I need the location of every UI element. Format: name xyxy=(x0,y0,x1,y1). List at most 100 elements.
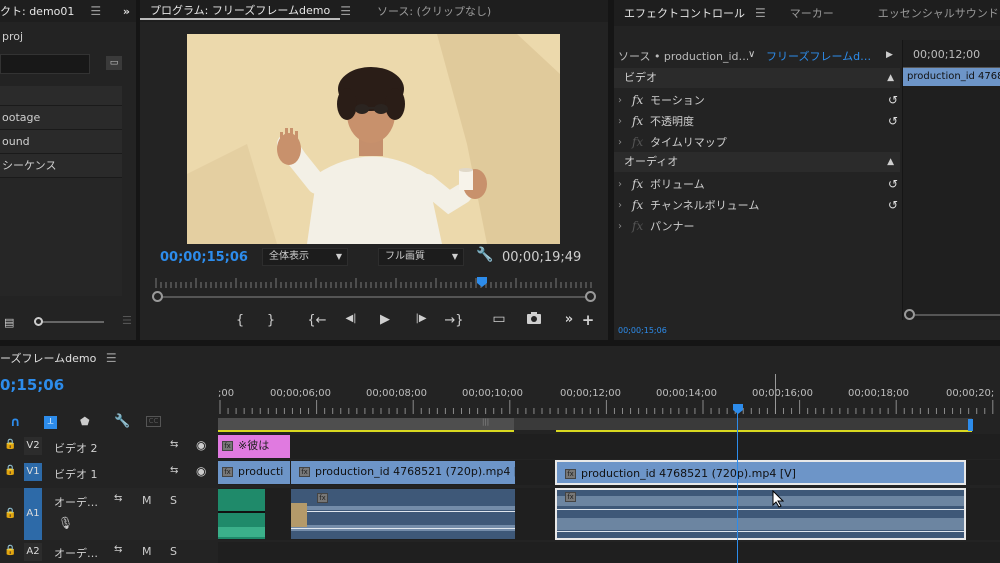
work-area-bar[interactable]: ||| xyxy=(218,418,972,430)
reset-icon[interactable]: ↺ xyxy=(888,114,898,128)
effect-row-time-remap[interactable]: › fx タイムリマップ xyxy=(618,132,898,152)
menu-icon[interactable]: ☰ xyxy=(90,4,101,18)
bin-item-sound[interactable]: ound xyxy=(0,130,122,154)
expand-chevron-icon[interactable]: › xyxy=(618,221,632,232)
tab-program[interactable]: プログラム: フリーズフレームdemo xyxy=(140,2,341,20)
expand-chevron-icon[interactable]: › xyxy=(618,95,632,106)
add-button-icon[interactable]: + xyxy=(578,311,598,329)
collapse-icon[interactable]: ▲ xyxy=(887,68,894,88)
effect-row-panner[interactable]: › fx パンナー xyxy=(618,216,898,236)
mark-out-icon[interactable]: } xyxy=(261,313,281,328)
collapse-icon[interactable]: ▲ xyxy=(887,152,894,172)
panel-divider[interactable] xyxy=(0,340,1000,346)
mini-clip-bar[interactable]: production_id 4768 xyxy=(903,68,1000,86)
effect-row-channel-volume[interactable]: › fx チャンネルボリューム ↺ xyxy=(618,195,898,215)
safe-margins-icon[interactable]: ▭ xyxy=(489,311,509,327)
current-timecode[interactable]: 00;00;15;06 xyxy=(160,250,248,265)
fx-icon[interactable]: fx xyxy=(632,177,650,191)
mini-scroll-handle[interactable] xyxy=(904,309,915,320)
new-bin-icon[interactable]: ▭ xyxy=(106,56,122,70)
play-icon[interactable]: ▶ xyxy=(375,312,395,327)
monitor-playhead[interactable] xyxy=(477,277,487,287)
track-target-v1[interactable]: V1 xyxy=(24,463,42,481)
monitor-time-ruler[interactable] xyxy=(154,276,597,288)
video-clip-2[interactable]: fx production_id 4768521 (720p).mp4 [V] xyxy=(291,461,515,484)
scrubber-start-handle[interactable] xyxy=(152,291,163,302)
reset-icon[interactable]: ↺ xyxy=(888,198,898,212)
timeline-settings-wrench-icon[interactable]: 🔧 xyxy=(114,414,130,429)
wrench-icon[interactable]: 🔧 xyxy=(476,247,493,263)
menu-icon[interactable]: ☰ xyxy=(106,351,117,365)
zoom-slider-handle[interactable] xyxy=(34,317,43,326)
solo-button-a2[interactable]: S xyxy=(170,545,177,558)
export-frame-icon[interactable] xyxy=(524,311,544,329)
video-clip-3[interactable]: fx production_id 4768521 (720p).mp4 [V] xyxy=(555,460,966,485)
track-target-v2[interactable]: V2 xyxy=(24,437,42,455)
bin-item-sequence[interactable]: シーケンス xyxy=(0,154,122,178)
panel-menu-icon[interactable]: ☰ xyxy=(122,314,132,327)
sync-lock-icon[interactable]: ⇆ xyxy=(170,465,178,476)
source-clip-select[interactable]: ソース • production_id… xyxy=(618,48,748,66)
bin-item-footage[interactable]: ootage xyxy=(0,106,122,130)
fx-icon[interactable]: fx xyxy=(632,198,650,212)
menu-icon[interactable]: ☰ xyxy=(340,4,351,18)
timeline-playhead[interactable] xyxy=(733,404,743,414)
reset-icon[interactable]: ↺ xyxy=(888,93,898,107)
zoom-level-select[interactable]: 全体表示 ▼ xyxy=(262,248,348,266)
track-target-a2[interactable]: A2 xyxy=(24,543,42,561)
video-clip-1[interactable]: fx producti xyxy=(218,461,290,484)
tab-effect-controls[interactable]: エフェクトコントロール xyxy=(614,5,755,21)
video-section-header[interactable]: ビデオ ▲ xyxy=(614,68,900,88)
show-hide-timeline-icon[interactable]: ▶ xyxy=(886,50,893,60)
go-to-in-icon[interactable]: {← xyxy=(307,313,327,328)
lock-icon[interactable]: 🔒 xyxy=(4,545,16,556)
effect-row-volume[interactable]: › fx ボリューム ↺ xyxy=(618,174,898,194)
expand-chevron-icon[interactable]: › xyxy=(618,200,632,211)
zoom-slider[interactable] xyxy=(34,317,104,326)
work-area-grip-icon[interactable]: ||| xyxy=(482,418,489,426)
tab-markers[interactable]: マーカー xyxy=(780,5,844,21)
microphone-icon[interactable]: 🎙 xyxy=(58,516,73,530)
panel-divider[interactable] xyxy=(136,0,140,340)
sync-lock-icon[interactable]: ⇆ xyxy=(170,439,178,450)
eye-icon[interactable]: ◉ xyxy=(196,438,206,452)
panel-divider[interactable] xyxy=(608,0,614,340)
fx-icon[interactable]: fx xyxy=(632,93,650,107)
lock-icon[interactable]: 🔒 xyxy=(4,439,16,450)
tab-essential-sound[interactable]: エッセンシャルサウンド xyxy=(868,5,1000,21)
step-forward-icon[interactable]: |▶ xyxy=(411,313,431,324)
expand-chevron-icon[interactable]: › xyxy=(618,179,632,190)
project-search-input[interactable] xyxy=(0,54,90,74)
work-area-range[interactable] xyxy=(218,418,514,430)
scrubber-end-handle[interactable] xyxy=(585,291,596,302)
title-clip[interactable]: fx ※彼は xyxy=(218,435,290,458)
audio-clip-1[interactable] xyxy=(218,489,265,539)
audio-section-header[interactable]: オーディオ ▲ xyxy=(614,152,900,172)
sequence-clip-select[interactable]: フリーズフレームd… xyxy=(766,48,878,66)
solo-button-a1[interactable]: S xyxy=(170,494,177,507)
work-area-end-handle[interactable] xyxy=(968,419,973,431)
menu-icon[interactable]: ☰ xyxy=(755,6,766,20)
tab-source[interactable]: ソース: (クリップなし) xyxy=(367,3,501,19)
sequence-tab[interactable]: ーズフレームdemo ☰ xyxy=(0,350,117,366)
monitor-scrubber[interactable] xyxy=(152,291,596,302)
more-controls-icon[interactable]: » xyxy=(559,312,579,327)
mini-scroll-track[interactable] xyxy=(915,314,1000,316)
reset-icon[interactable]: ↺ xyxy=(888,177,898,191)
step-back-icon[interactable]: ◀| xyxy=(341,313,361,324)
audio-clip-2[interactable]: fx xyxy=(291,489,515,539)
panel-overflow-icon[interactable]: » xyxy=(123,5,130,18)
chevron-down-icon[interactable]: ∨ xyxy=(748,49,755,60)
eye-icon[interactable]: ◉ xyxy=(196,464,206,478)
freeform-view-icon[interactable]: ▤ xyxy=(4,316,14,329)
lock-icon[interactable]: 🔒 xyxy=(4,508,16,519)
mute-button-a1[interactable]: M xyxy=(142,494,152,507)
fx-icon[interactable]: fx xyxy=(632,219,650,233)
sync-lock-icon[interactable]: ⇆ xyxy=(114,544,122,555)
effect-row-opacity[interactable]: › fx 不透明度 ↺ xyxy=(618,111,898,131)
mute-button-a2[interactable]: M xyxy=(142,545,152,558)
timeline-current-timecode[interactable]: 0;15;06 xyxy=(0,376,64,394)
linked-selection-icon[interactable]: ⟂ xyxy=(44,416,57,429)
snap-icon[interactable]: ∩ xyxy=(10,415,21,430)
track-target-a1[interactable]: A1 xyxy=(24,488,42,540)
